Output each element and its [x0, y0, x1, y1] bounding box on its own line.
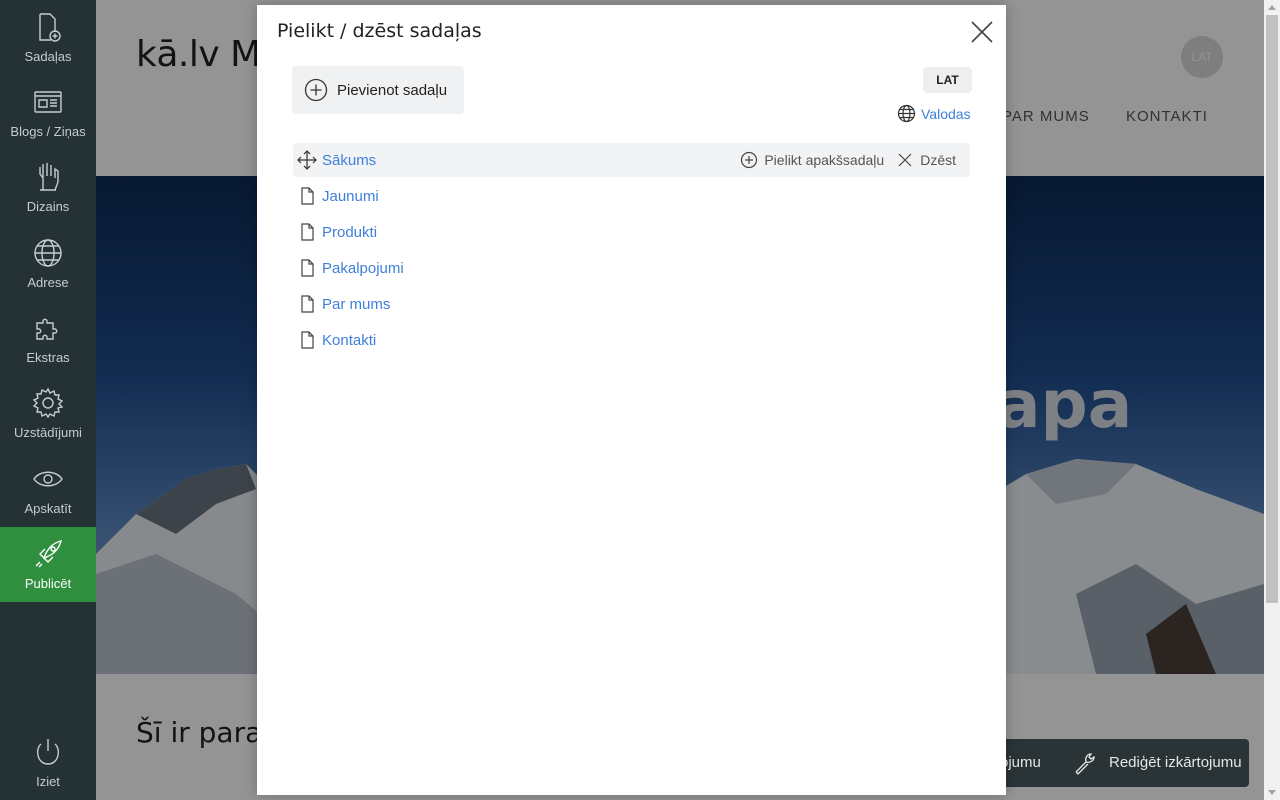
section-row[interactable]: Par mums [293, 287, 970, 321]
close-icon [971, 21, 993, 43]
languages-label: Valodas [921, 105, 971, 122]
section-row[interactable]: Kontakti [293, 323, 970, 357]
section-row[interactable]: Pakalpojumi [293, 251, 970, 285]
section-link[interactable]: Produkti [322, 224, 377, 241]
section-link[interactable]: Jaunumi [322, 188, 379, 205]
plus-circle-icon [741, 151, 758, 169]
add-page-icon [39, 13, 61, 42]
sidebar-item-extras[interactable]: Ekstras [0, 301, 96, 376]
section-row[interactable]: Sākums Pielikt apakšsadaļu Dzēst [293, 143, 970, 177]
add-subsection-button[interactable]: Pielikt apakšsadaļu [740, 151, 884, 169]
scroll-up-arrow-icon[interactable] [1268, 5, 1276, 10]
page-icon [301, 331, 314, 349]
sidebar-item-label: Ekstras [26, 350, 70, 365]
scroll-down-arrow-icon[interactable] [1268, 790, 1276, 795]
page-scrollbar[interactable] [1264, 0, 1280, 800]
page-icon [301, 223, 314, 241]
sidebar-item-blog[interactable]: Blogs / Ziņas [0, 75, 96, 150]
close-button[interactable] [969, 19, 995, 45]
sections-modal: Pielikt / dzēst sadaļas Pievienot sadaļu… [257, 5, 1006, 795]
section-row[interactable]: Produkti [293, 215, 970, 249]
sidebar-item-label: Iziet [36, 774, 60, 789]
delete-section-button[interactable]: Dzēst [896, 151, 956, 169]
delete-label: Dzēst [920, 152, 956, 168]
section-link[interactable]: Par mums [322, 296, 390, 313]
section-row[interactable]: Jaunumi [293, 179, 970, 213]
edit-layout-button[interactable]: Rediģēt izkārtojumu [1109, 754, 1242, 771]
puzzle-icon [36, 318, 58, 340]
add-subsection-label: Pielikt apakšsadaļu [764, 152, 885, 168]
rocket-icon [35, 540, 62, 568]
globe-icon [897, 104, 916, 123]
sidebar-item-logout[interactable]: Iziet [0, 725, 96, 800]
sidebar-item-label: Adrese [27, 275, 69, 290]
sidebar-item-label: Uzstādījumi [14, 425, 82, 440]
eye-icon [33, 471, 63, 487]
design-hand-icon [39, 163, 59, 191]
wrench-icon [1075, 753, 1095, 775]
close-icon [898, 153, 912, 167]
section-row-actions: Pielikt apakšsadaļu Dzēst [740, 143, 956, 177]
sidebar-item-label: Dizains [26, 199, 70, 214]
add-section-label: Pievienot sadaļu [337, 81, 448, 99]
globe-icon [34, 239, 62, 267]
move-icon[interactable] [297, 150, 317, 170]
sidebar-item-label: Sadaļas [24, 49, 72, 64]
sidebar-item-design[interactable]: Dizains [0, 150, 96, 225]
gear-icon [32, 387, 64, 419]
sidebar-item-address[interactable]: Adrese [0, 226, 96, 301]
news-icon [34, 91, 62, 113]
power-icon [36, 739, 60, 765]
section-link[interactable]: Sākums [322, 152, 376, 169]
add-section-button[interactable]: Pievienot sadaļu [292, 66, 464, 114]
language-badge[interactable]: LAT [923, 67, 972, 93]
section-link[interactable]: Kontakti [322, 332, 376, 349]
sidebar-item-settings[interactable]: Uzstādījumi [0, 376, 96, 451]
sidebar-item-sections[interactable]: Sadaļas [0, 0, 96, 75]
edit-content-button[interactable]: ojumu [1000, 754, 1041, 771]
sidebar-item-label: Blogs / Ziņas [10, 124, 86, 139]
sidebar-item-label: Publicēt [24, 576, 72, 591]
section-link[interactable]: Pakalpojumi [322, 260, 404, 277]
page-icon [301, 295, 314, 313]
plus-circle-icon [304, 78, 328, 102]
languages-link[interactable]: Valodas [897, 104, 971, 123]
sidebar-item-preview[interactable]: Apskatīt [0, 452, 96, 527]
scrollbar-thumb[interactable] [1266, 15, 1278, 603]
page-icon [301, 187, 314, 205]
admin-sidebar: Sadaļas Blogs / Ziņas Dizains Adrese Eks… [0, 0, 96, 800]
sidebar-item-label: Apskatīt [24, 501, 72, 516]
sidebar-item-publish[interactable]: Publicēt [0, 527, 96, 602]
modal-title: Pielikt / dzēst sadaļas [277, 20, 482, 42]
page-icon [301, 259, 314, 277]
